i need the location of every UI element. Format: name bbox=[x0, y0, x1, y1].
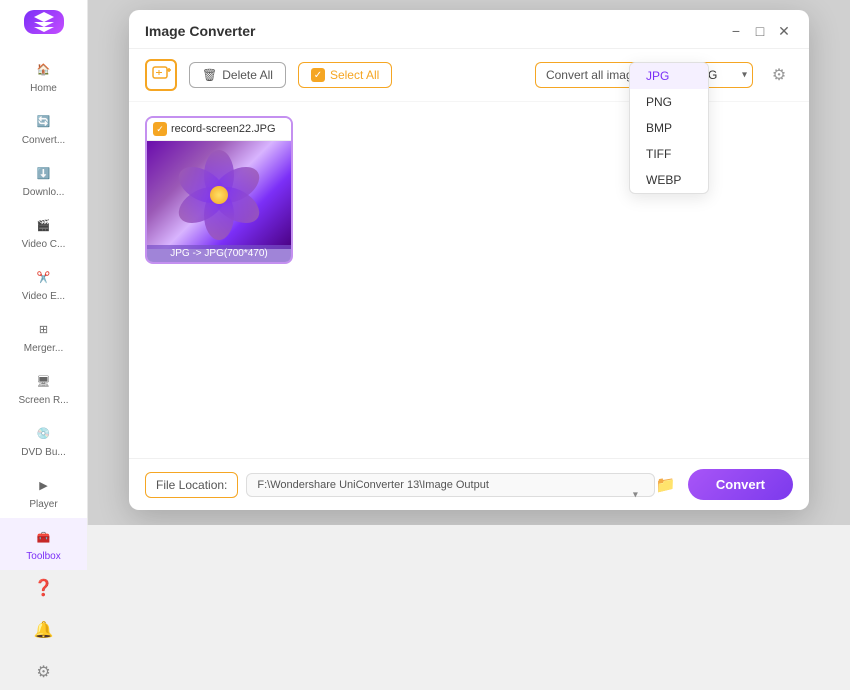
image-card-caption: JPG -> JPG(700*470) bbox=[147, 245, 291, 262]
modal-controls: − □ ✕ bbox=[727, 22, 793, 40]
download-icon: ⬇️ bbox=[33, 162, 55, 184]
folder-icon: 📁 bbox=[656, 475, 676, 495]
flower-art bbox=[147, 141, 291, 249]
sidebar-item-home[interactable]: 🏠 Home bbox=[0, 50, 87, 102]
sidebar-item-convert[interactable]: 🔄 Convert... bbox=[0, 102, 87, 154]
sidebar-bottom: ❓ 🔔 ⚙ bbox=[26, 570, 62, 690]
trash-icon: 🗑 bbox=[202, 68, 217, 82]
sidebar-item-video-edit[interactable]: ✂️ Video E... bbox=[0, 258, 87, 310]
sidebar-item-video-convert[interactable]: 🎬 Video C... bbox=[0, 206, 87, 258]
image-filename: record-screen22.JPG bbox=[171, 123, 276, 135]
select-all-button[interactable]: ✓ Select All bbox=[298, 62, 392, 88]
sidebar-item-toolbox[interactable]: 🧰 Toolbox bbox=[0, 518, 87, 570]
screen-icon: 🖥 bbox=[33, 370, 55, 392]
user-settings-icon[interactable]: ⚙ bbox=[26, 654, 62, 690]
file-location-label: File Location: bbox=[145, 472, 238, 498]
edit-icon: ✂️ bbox=[33, 266, 55, 288]
delete-all-button[interactable]: 🗑 Delete All bbox=[189, 62, 286, 88]
checkbox-checked-icon: ✓ bbox=[153, 122, 167, 136]
video-icon: 🎬 bbox=[33, 214, 55, 236]
sidebar-item-screen[interactable]: 🖥 Screen R... bbox=[0, 362, 87, 414]
sidebar-item-merger[interactable]: ⊞ Merger... bbox=[0, 310, 87, 362]
convert-button[interactable]: Convert bbox=[688, 469, 793, 500]
checkbox-checked-icon: ✓ bbox=[311, 68, 325, 82]
toolbox-icon: 🧰 bbox=[33, 526, 55, 548]
gear-icon: ⚙ bbox=[772, 65, 786, 85]
close-button[interactable]: ✕ bbox=[775, 22, 793, 40]
minimize-button[interactable]: − bbox=[727, 22, 745, 40]
sidebar-item-dvd[interactable]: 💿 DVD Bu... bbox=[0, 414, 87, 466]
modal-titlebar: Image Converter − □ ✕ bbox=[129, 10, 809, 49]
format-option-tiff[interactable]: TIFF bbox=[630, 141, 708, 167]
app-logo bbox=[24, 10, 64, 34]
image-thumbnail bbox=[147, 141, 291, 249]
player-icon: ▶ bbox=[33, 474, 55, 496]
image-card-header: ✓ record-screen22.JPG bbox=[147, 118, 291, 141]
format-dropdown-popup: JPG PNG BMP TIFF WEBP bbox=[629, 62, 709, 194]
sidebar-item-player[interactable]: ▶ Player bbox=[0, 466, 87, 518]
dvd-icon: 💿 bbox=[33, 422, 55, 444]
format-option-webp[interactable]: WEBP bbox=[630, 167, 708, 193]
modal-overlay: Image Converter − □ ✕ bbox=[88, 0, 850, 525]
add-files-button[interactable] bbox=[145, 59, 177, 91]
format-option-png[interactable]: PNG bbox=[630, 89, 708, 115]
image-converter-modal: Image Converter − □ ✕ bbox=[129, 10, 809, 510]
modal-footer: File Location: ▾ 📁 Convert bbox=[129, 458, 809, 510]
modal-title: Image Converter bbox=[145, 23, 255, 39]
format-option-bmp[interactable]: BMP bbox=[630, 115, 708, 141]
browse-folder-button[interactable]: 📁 bbox=[652, 471, 680, 499]
settings-button[interactable]: ⚙ bbox=[765, 61, 793, 89]
add-icon bbox=[151, 63, 171, 88]
sidebar-item-download[interactable]: ⬇️ Downlo... bbox=[0, 154, 87, 206]
home-icon: 🏠 bbox=[33, 58, 55, 80]
merge-icon: ⊞ bbox=[33, 318, 55, 340]
main-area: Image Converter − □ ✕ bbox=[88, 0, 850, 525]
image-card[interactable]: ✓ record-screen22.JPG bbox=[145, 116, 293, 264]
convert-icon: 🔄 bbox=[33, 110, 55, 132]
sidebar: 🏠 Home 🔄 Convert... ⬇️ Downlo... 🎬 Video… bbox=[0, 0, 88, 525]
maximize-button[interactable]: □ bbox=[751, 22, 769, 40]
help-icon[interactable]: ❓ bbox=[26, 570, 62, 606]
bell-icon[interactable]: 🔔 bbox=[26, 612, 62, 648]
file-path-input[interactable] bbox=[246, 473, 654, 497]
flower-center bbox=[210, 186, 228, 204]
format-option-jpg[interactable]: JPG bbox=[630, 63, 708, 89]
